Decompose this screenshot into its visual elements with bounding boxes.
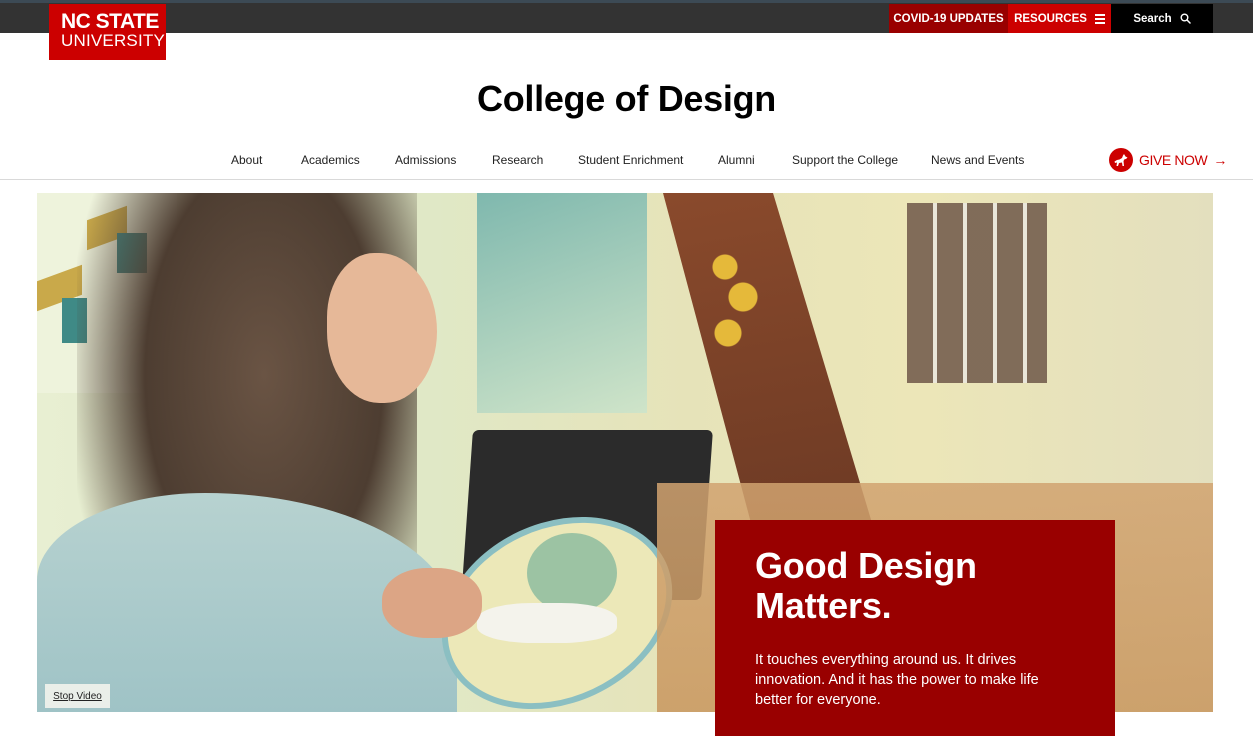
logo-line-2: UNIVERSITY (61, 31, 166, 50)
arrow-right-icon: → (1213, 152, 1227, 168)
search-label: Search (1133, 12, 1172, 25)
stop-video-button[interactable]: Stop Video (45, 684, 110, 708)
nav-item-admissions[interactable]: Admissions (395, 153, 456, 167)
nav-item-support-the-college[interactable]: Support the College (792, 153, 898, 167)
resources-menu-button[interactable]: RESOURCES (1008, 4, 1111, 33)
callout-heading-line-1: Good Design (755, 545, 977, 586)
hamburger-menu-icon (1094, 13, 1105, 24)
photo-board (907, 203, 1047, 383)
nav-item-student-enrichment[interactable]: Student Enrichment (578, 153, 683, 167)
hero-callout: Good Design Matters. It touches everythi… (715, 520, 1115, 736)
magnifier-icon (1180, 13, 1191, 24)
logo-line-1: NC STATE (61, 10, 159, 33)
yellow-mushrooms (707, 243, 767, 363)
student-face (327, 253, 437, 403)
give-now-label: GIVE NOW (1139, 152, 1208, 168)
nav-item-research[interactable]: Research (492, 153, 543, 167)
give-now-link[interactable]: GIVE NOW → (1109, 148, 1227, 172)
search-button[interactable]: Search (1111, 4, 1213, 33)
callout-heading-line-2: Matters. (755, 585, 892, 626)
white-yarn (477, 603, 617, 643)
nav-item-alumni[interactable]: Alumni (718, 153, 755, 167)
covid-updates-label: COVID-19 UPDATES (893, 12, 1004, 25)
resources-label: RESOURCES (1014, 12, 1087, 25)
nav-item-news-and-events[interactable]: News and Events (931, 153, 1024, 167)
callout-body: It touches everything around us. It driv… (755, 652, 1039, 708)
main-nav: About Academics Admissions Research Stud… (0, 146, 1253, 180)
teal-fabric-panel (477, 193, 647, 413)
covid-updates-link[interactable]: COVID-19 UPDATES (889, 4, 1008, 33)
wolf-icon (1109, 148, 1133, 172)
student-hand (382, 568, 482, 638)
yarn-knots (527, 533, 617, 613)
ncstate-logo[interactable]: NC STATE UNIVERSITY (49, 4, 166, 60)
callout-heading: Good Design Matters. (755, 546, 1075, 626)
nav-item-about[interactable]: About (231, 153, 262, 167)
nav-item-academics[interactable]: Academics (301, 153, 360, 167)
site-title: College of Design (477, 78, 776, 119)
